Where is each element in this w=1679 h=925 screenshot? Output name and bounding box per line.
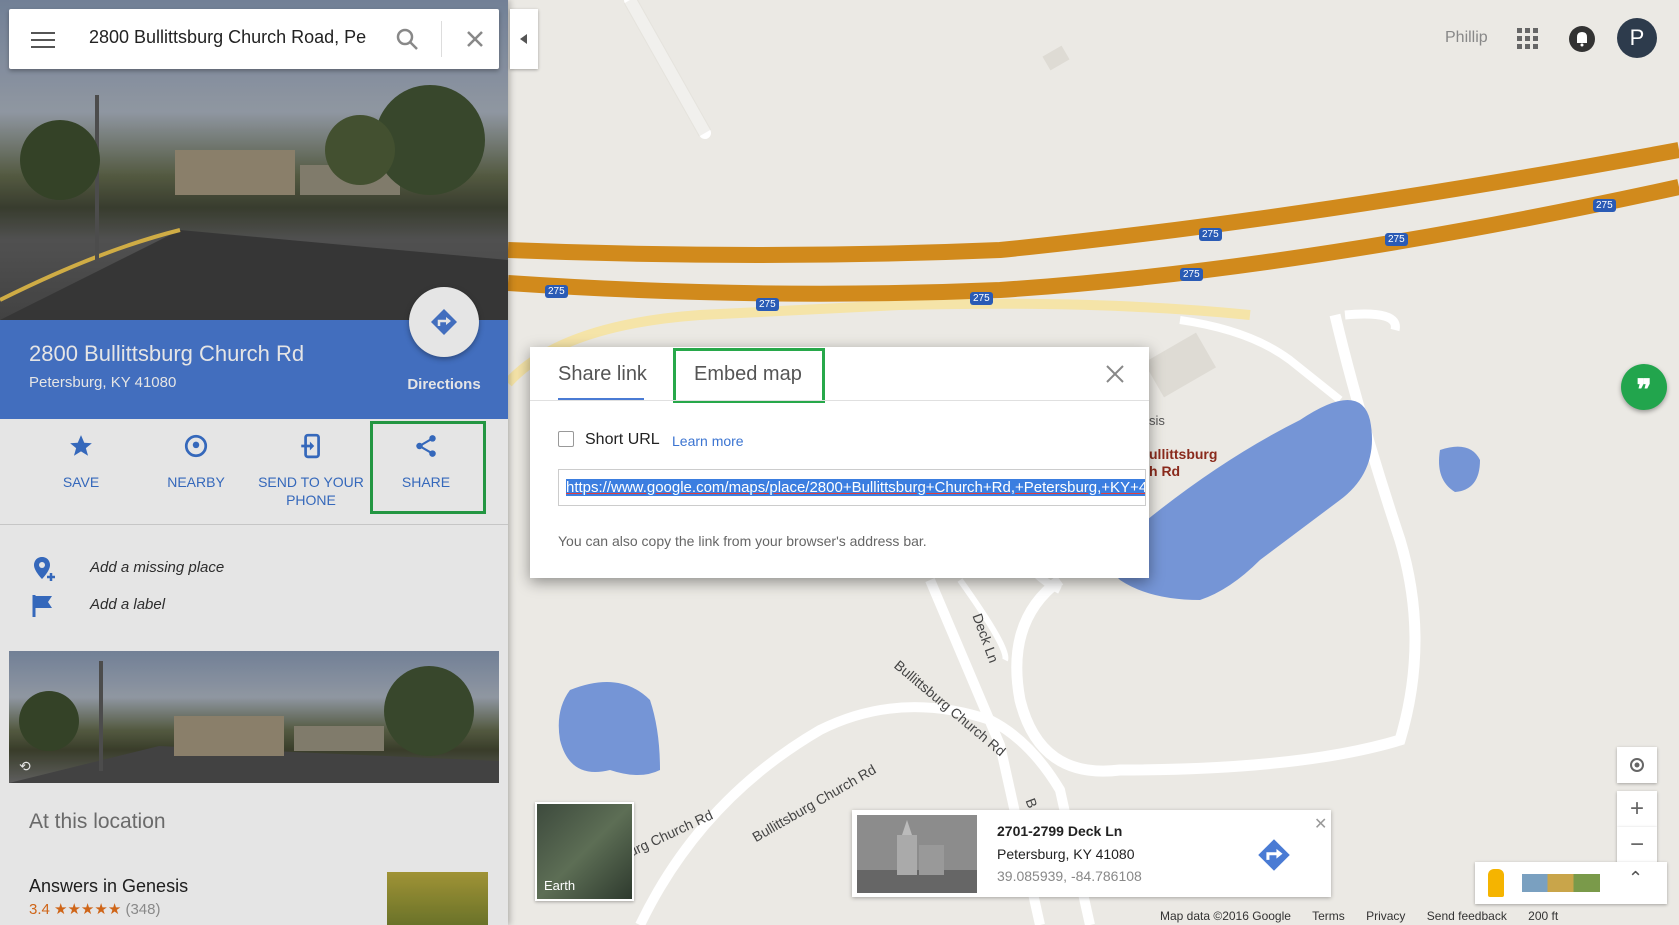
close-icon[interactable]: ✕ <box>1314 814 1327 834</box>
add-label-row[interactable]: Add a label <box>0 587 508 623</box>
share-highlight-box <box>370 421 486 514</box>
search-icon[interactable] <box>395 27 419 51</box>
nearby-label: NEARBY <box>167 474 225 490</box>
share-url-field[interactable]: https://www.google.com/maps/place/2800+B… <box>558 469 1146 506</box>
collapse-panel-button[interactable] <box>510 9 538 69</box>
my-location-button[interactable] <box>1617 747 1657 783</box>
send-to-phone-label: SEND TO YOUR PHONE <box>258 474 364 508</box>
place-thumbnail[interactable] <box>387 872 488 925</box>
short-url-label: Short URL <box>585 431 660 448</box>
feedback-quote-icon[interactable]: ❞ <box>1621 364 1667 410</box>
scale-label[interactable]: 200 ft <box>1528 909 1558 923</box>
privacy-link[interactable]: Privacy <box>1366 909 1405 923</box>
poi-label: h Rd <box>1149 463 1181 479</box>
street-view-thumbnail[interactable]: ⟲ <box>9 651 499 783</box>
review-count: (348) <box>125 901 161 918</box>
map-data-attribution: Map data ©2016 Google <box>1160 909 1291 923</box>
place-address: Petersburg, KY 41080 <box>29 374 177 391</box>
highway-shield: 275 <box>1385 233 1408 246</box>
directions-icon <box>431 309 457 335</box>
add-missing-place-row[interactable]: Add a missing place <box>0 550 508 586</box>
rating-value: 3.4 <box>29 901 50 918</box>
card-address-line2: Petersburg, KY 41080 <box>997 846 1135 862</box>
location-info-card[interactable]: 2701-2799 Deck Ln Petersburg, KY 41080 3… <box>852 810 1331 897</box>
zoom-out-button[interactable]: − <box>1617 827 1657 863</box>
street-view-thumbnail[interactable] <box>857 815 977 893</box>
nearby-button[interactable]: NEARBY <box>141 419 251 524</box>
directions-button[interactable] <box>409 287 479 357</box>
map-footer: Map data ©2016 Google Terms Privacy Send… <box>1160 909 1576 923</box>
menu-icon[interactable] <box>31 29 55 49</box>
tab-share-link[interactable]: Share link <box>558 363 647 386</box>
svg-text:⟲: ⟲ <box>19 758 31 774</box>
close-icon[interactable] <box>463 27 487 51</box>
card-address-line1: 2701-2799 Deck Ln <box>997 823 1123 839</box>
apps-grid-icon[interactable] <box>1517 28 1539 50</box>
highway-shield: 275 <box>970 292 993 305</box>
expand-chevron-icon[interactable]: ⌃ <box>1628 868 1643 889</box>
save-label: SAVE <box>62 474 100 490</box>
nearby-icon <box>184 434 208 458</box>
highway-shield: 275 <box>756 298 779 311</box>
share-dialog: Share link Embed map Short URL Learn mor… <box>530 347 1149 578</box>
short-url-checkbox[interactable] <box>558 431 574 447</box>
directions-label: Directions <box>407 376 481 393</box>
terms-link[interactable]: Terms <box>1312 909 1345 923</box>
rating-stars-icon: ★★★★★ <box>54 901 122 918</box>
card-coordinates: 39.085939, -84.786108 <box>997 868 1142 884</box>
close-icon[interactable] <box>1104 363 1126 385</box>
user-name[interactable]: Phillip <box>1445 29 1488 47</box>
highway-shield: 275 <box>1180 268 1203 281</box>
search-input[interactable]: 2800 Bullittsburg Church Road, Pe <box>89 27 379 48</box>
place-panel: 2800 Bullittsburg Church Rd Petersburg, … <box>0 0 508 925</box>
star-icon <box>70 435 92 456</box>
poi-label: ullittsburg <box>1149 446 1218 462</box>
learn-more-link[interactable]: Learn more <box>672 433 744 449</box>
send-feedback-link[interactable]: Send feedback <box>1427 909 1507 923</box>
send-to-phone-icon <box>301 433 320 459</box>
imagery-layers-thumbnails[interactable] <box>1522 874 1600 892</box>
add-missing-place-label: Add a missing place <box>90 559 225 576</box>
my-location-icon <box>1630 758 1644 772</box>
add-label-label: Add a label <box>90 596 166 613</box>
pegman-icon[interactable] <box>1488 869 1504 897</box>
tabs-divider <box>530 400 1149 401</box>
flag-icon <box>32 595 52 617</box>
highway-shield: 275 <box>1199 228 1222 241</box>
highway-shield: 275 <box>545 285 568 298</box>
earth-label: Earth <box>544 878 576 893</box>
notifications-bell-icon[interactable] <box>1569 26 1595 52</box>
earth-view-toggle[interactable]: Earth <box>535 802 634 901</box>
search-box: 2800 Bullittsburg Church Road, Pe <box>9 9 499 69</box>
embed-highlight-box <box>673 348 825 403</box>
zoom-in-button[interactable]: + <box>1617 791 1657 827</box>
divider <box>441 21 442 57</box>
poi-label: sis <box>1149 413 1165 428</box>
copy-hint: You can also copy the link from your bro… <box>558 533 927 549</box>
share-url-text: https://www.google.com/maps/place/2800+B… <box>566 479 1145 496</box>
answers-in-genesis-link[interactable]: Answers in Genesis <box>29 876 188 897</box>
avatar[interactable]: P <box>1617 18 1657 58</box>
save-button[interactable]: SAVE <box>26 419 136 524</box>
rating: 3.4 ★★★★★ (348) <box>29 900 160 918</box>
place-title: 2800 Bullittsburg Church Rd <box>29 341 305 366</box>
directions-icon[interactable] <box>1257 838 1291 872</box>
add-place-icon <box>34 557 55 581</box>
highway-shield: 275 <box>1593 199 1616 212</box>
at-this-location-heading: At this location <box>29 810 166 833</box>
send-to-phone-button[interactable]: SEND TO YOUR PHONE <box>256 419 366 524</box>
